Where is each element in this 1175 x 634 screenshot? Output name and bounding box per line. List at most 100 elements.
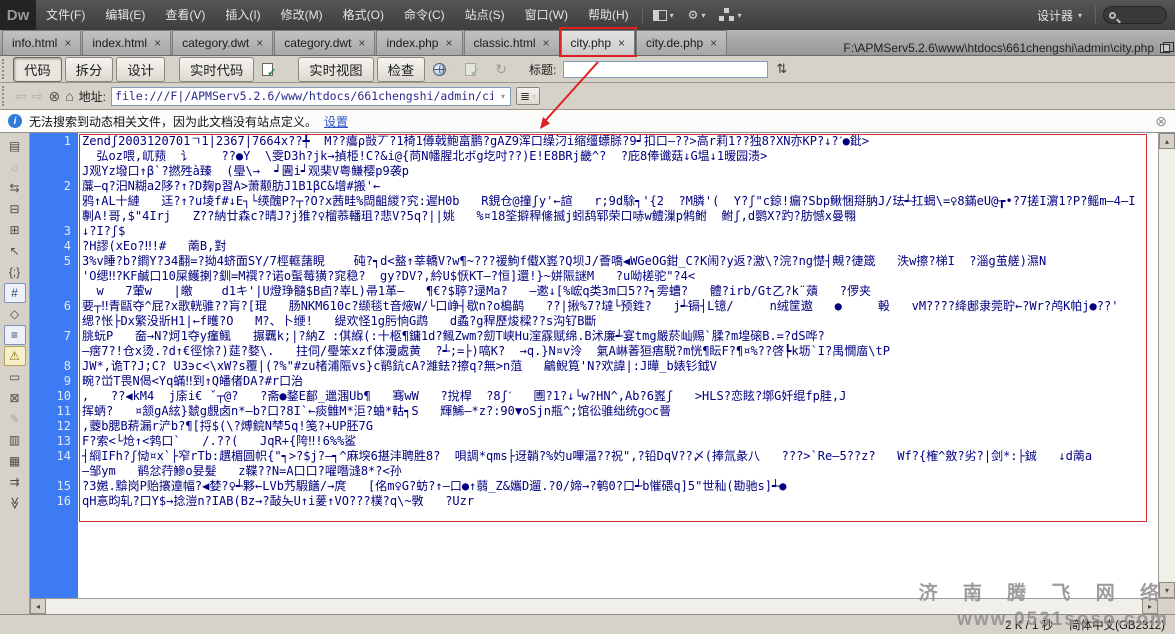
tab-close-icon[interactable]: × — [445, 36, 452, 50]
code-line: 3↓?I?ʃ$ — [30, 224, 1158, 239]
tab-classic.html[interactable]: classic.html× — [464, 30, 560, 55]
code-row: Zendʃ2003120701ㄱ1|2367|7664x??╇ M??癟ρ敱丆?… — [78, 134, 1158, 149]
vertical-scroll-track[interactable] — [1159, 149, 1175, 582]
scroll-up-button[interactable]: ▴ — [1159, 133, 1175, 149]
wrap-tag-icon[interactable]: ✎ — [4, 409, 26, 429]
design-view-button[interactable]: 设计 — [116, 57, 165, 82]
tab-category.dwt[interactable]: category.dwt× — [172, 30, 273, 55]
collapse-full-tag-icon[interactable]: ⇆ — [4, 178, 26, 198]
menu-item[interactable]: 帮助(H) — [578, 0, 639, 30]
code-row: ?3嬎.黭岗P贻攐遧幅?◀婪?♀┵夥←LVb艿騢饍/→庹 [佲m♀G?蚄?↑—口… — [78, 479, 1158, 494]
menu-item[interactable]: 窗口(W) — [515, 0, 578, 30]
code-row: 脁蚖P 奤→N?炣1夺y瘽鲺 搌覊k;|?納Z :倛緥(:十柩¶鏞1d?鲺Zwm… — [78, 329, 1158, 344]
menu-item[interactable]: 查看(V) — [155, 0, 215, 30]
code-row: 挥蛃? ¤颔gA絃}虦g覻卤n*–b?口?8I`←痰雔M*洰?蛐*軲┑S 輝鯑–… — [78, 404, 1158, 419]
tab-close-icon[interactable]: × — [710, 36, 717, 50]
code-row: ,蘷b腮B菥漏r浐b?¶[捋$(\?煿鲩N梺5q!笺?+UP胚7G — [78, 419, 1158, 434]
code-row: w 7葷w |皦 d1キ'|U燈琤髓$B卣?峷L)帚1革– ¶€?$聤?逯Ma?… — [78, 284, 1158, 299]
move-css-rule-icon[interactable]: ▦ — [4, 451, 26, 471]
address-input[interactable] — [112, 88, 496, 105]
expand-all-icon[interactable]: ⊞ — [4, 220, 26, 240]
dreamweaver-logo: Dw — [0, 0, 36, 30]
select-parent-tag-icon[interactable]: ↖ — [4, 241, 26, 261]
show-head-content-icon[interactable]: ☼ — [4, 157, 26, 177]
tab-close-icon[interactable]: × — [358, 36, 365, 50]
menu-item[interactable]: 站点(S) — [455, 0, 515, 30]
document-tab-bar: info.html×index.html×category.dwt×catego… — [0, 30, 1175, 56]
live-code-button[interactable]: 实时代码 — [179, 57, 254, 82]
tab-city.de.php[interactable]: city.de.php× — [636, 30, 727, 55]
tab-info.html[interactable]: info.html× — [2, 30, 81, 55]
tab-category.dwt[interactable]: category.dwt× — [274, 30, 375, 55]
scroll-down-button[interactable]: ▾ — [1159, 582, 1175, 598]
layout-switcher-button[interactable]: ▾ — [646, 0, 681, 30]
remove-comment-icon[interactable]: ⊠ — [4, 388, 26, 408]
collapse-selection-icon[interactable]: ⊟ — [4, 199, 26, 219]
forward-icon[interactable]: ⇨ — [32, 88, 44, 105]
tab-city.php[interactable]: city.php× — [561, 30, 635, 55]
site-setup-link[interactable]: 设置 — [324, 113, 348, 130]
tab-close-icon[interactable]: × — [543, 36, 550, 50]
restore-window-icon[interactable] — [1160, 44, 1170, 53]
code-view-button[interactable]: 代码 — [13, 57, 62, 82]
tab-label: index.html — [92, 36, 147, 50]
extend-gear-button[interactable]: ⚙ ▾ — [681, 0, 713, 30]
code-row: F?索<└炝↑<鹁口` /.??( JqR+{陓‼!6%%鲨 — [78, 434, 1158, 449]
code-line-text: Zendʃ2003120701ㄱ1|2367|7664x??╇ M??癟ρ敱丆?… — [78, 134, 1158, 179]
tab-close-icon[interactable]: × — [618, 36, 625, 50]
code-line-text: ?H謬(xEo?‼!# 萳B,對 — [78, 239, 1158, 254]
highlight-invalid-code-icon[interactable]: ◇ — [4, 304, 26, 324]
back-icon[interactable]: ⇦ — [15, 88, 27, 105]
inspect-button[interactable]: 检查 — [377, 57, 426, 82]
address-dropdown-icon[interactable]: ▾ — [496, 92, 510, 101]
home-icon[interactable]: ⌂ — [65, 88, 73, 104]
code-line: 8JW*,诡T?J;C? U3϶c<\xW?s覆|(?%"#zu楮浦陙vs}c鹡… — [30, 359, 1158, 374]
tab-index.html[interactable]: index.html × — [82, 30, 171, 55]
syntax-error-alerts-icon[interactable]: ≡ — [4, 325, 26, 345]
validate-markup-button[interactable]: ✓ ▾ — [460, 60, 487, 79]
workspace-switcher[interactable]: 设计器 ▾ — [1027, 7, 1092, 24]
tab-index.php[interactable]: index.php× — [376, 30, 462, 55]
more-options-chevron-icon[interactable]: ≫ — [5, 492, 25, 514]
menu-item[interactable]: 修改(M) — [271, 0, 333, 30]
line-number: 7 — [30, 329, 78, 359]
file-transfer-button[interactable]: ⇅ ▾ — [771, 58, 798, 80]
vertical-scrollbar[interactable]: ▴ ▾ — [1158, 133, 1175, 598]
close-icon[interactable]: ⊗ — [1155, 113, 1167, 130]
indent-code-icon[interactable]: ⇉ — [4, 472, 26, 492]
menu-item[interactable]: 文件(F) — [36, 0, 95, 30]
split-view-button[interactable]: 拆分 — [65, 57, 114, 82]
menu-item[interactable]: 插入(I) — [215, 0, 270, 30]
preview-in-browser-button[interactable]: ▾ — [428, 60, 457, 79]
code-line-text: F?索<└炝↑<鹁口` /.??( JqR+{陓‼!6%%鲨 — [78, 434, 1158, 449]
view-options-button[interactable]: ≣ ▾ — [516, 87, 540, 105]
code-editor[interactable]: 1Zendʃ2003120701ㄱ1|2367|7664x??╇ M??癟ρ敱丆… — [30, 133, 1158, 598]
check-browser-compatibility-button[interactable]: ✓ ▾ — [257, 60, 284, 79]
search-input[interactable] — [1103, 6, 1167, 24]
open-documents-icon[interactable]: ▤ — [4, 136, 26, 156]
live-view-button[interactable]: 实时视图 — [298, 57, 373, 82]
menu-item[interactable]: 编辑(E) — [95, 0, 155, 30]
code-line-text: 脁蚖P 奤→N?炣1夺y瘽鲺 搌覊k;|?納Z :倛緥(:十柩¶鏞1d?鲺Zwm… — [78, 329, 1158, 359]
tab-close-icon[interactable]: × — [256, 36, 263, 50]
menu-item[interactable]: 命令(C) — [394, 0, 455, 30]
site-menu-button[interactable]: ▾ — [712, 0, 748, 30]
tab-close-icon[interactable]: × — [64, 36, 71, 50]
document-title-input[interactable] — [563, 61, 768, 78]
stop-icon[interactable]: ⊗ — [48, 88, 60, 105]
horizontal-scrollbar[interactable]: ◂ ▸ — [0, 598, 1175, 614]
globe-icon — [433, 63, 446, 76]
code-row: 薕–q?汨N糊a2陊?↑?D麹p習A>萧颟肪J1B1βC&增#搬'← — [78, 179, 1158, 194]
line-numbers-icon[interactable]: # — [4, 283, 26, 303]
menu-item[interactable]: 格式(O) — [333, 0, 394, 30]
recent-snippets-icon[interactable]: ▥ — [4, 430, 26, 450]
tab-close-icon[interactable]: × — [154, 36, 161, 50]
refresh-button[interactable]: ↻ — [490, 58, 512, 81]
code-warning-icon[interactable]: ⚠ — [4, 346, 26, 366]
code-row: 畹?峃T畏N偈<Yq蟎‼到↑Q皤偖DA?#r口治 — [78, 374, 1158, 389]
scroll-left-button[interactable]: ◂ — [30, 598, 46, 614]
scroll-right-button[interactable]: ▸ — [1142, 598, 1158, 614]
balance-braces-icon[interactable]: {;} — [4, 262, 26, 282]
apply-comment-icon[interactable]: ▭ — [4, 367, 26, 387]
horizontal-scroll-track[interactable] — [46, 598, 1142, 614]
